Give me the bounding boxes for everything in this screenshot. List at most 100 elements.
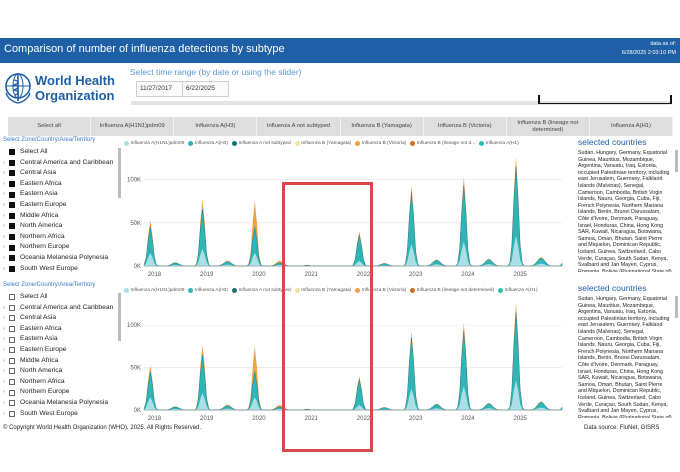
- tab-subtype-1[interactable]: Influenza A(H1N1)pdm09: [91, 117, 175, 136]
- legend-item-6[interactable]: Influenza A(H1): [479, 141, 519, 146]
- region-top-item-0[interactable]: Select All: [3, 147, 121, 158]
- legend-item-0[interactable]: Influenza A(H1N1)pdm09: [124, 288, 184, 293]
- tab-subtype-0[interactable]: Select all: [8, 117, 92, 136]
- tab-subtype-5[interactable]: Influenza B (Victoria): [424, 117, 507, 136]
- region-top-item-7[interactable]: › North America: [3, 221, 121, 232]
- checkbox[interactable]: [9, 244, 15, 251]
- region-label: Select All: [20, 293, 48, 300]
- checkbox[interactable]: [9, 410, 15, 417]
- checkbox[interactable]: [9, 379, 15, 386]
- end-date-input[interactable]: 6/22/2025: [182, 81, 229, 97]
- checkbox[interactable]: [9, 223, 15, 230]
- region-top-item-8[interactable]: › Northern Africa: [3, 232, 121, 243]
- region-bottom-item-6[interactable]: › Middle Africa: [3, 356, 121, 367]
- region-label: South West Europe: [20, 264, 78, 272]
- legend-item-3[interactable]: Influenza B (Yamagata): [294, 141, 352, 146]
- countries-scrollbar-bottom[interactable]: [675, 296, 678, 318]
- legend-label: Influenza B (lineage not d...: [416, 141, 476, 146]
- region-bottom-item-5[interactable]: › Eastern Europe: [3, 345, 121, 356]
- checkbox[interactable]: [9, 191, 15, 198]
- region-label: Eastern Africa: [20, 179, 62, 187]
- checkbox[interactable]: [9, 202, 15, 209]
- region-bottom-item-2[interactable]: › Central Asia: [3, 313, 121, 324]
- tab-subtype-7[interactable]: Influenza A(H1): [590, 117, 673, 136]
- region-top-item-5[interactable]: › Eastern Europe: [3, 200, 121, 211]
- checkbox[interactable]: [9, 159, 15, 166]
- app-header: Comparison of number of influenza detect…: [0, 38, 680, 63]
- region-top-item-1[interactable]: › Central America and Caribbean: [3, 158, 121, 169]
- y-tick-label: 0K: [134, 408, 141, 414]
- checkbox[interactable]: [9, 389, 15, 396]
- legend-label: Influenza A(H3): [194, 141, 228, 146]
- legend-label: Influenza B (Yamagata): [301, 141, 352, 146]
- as-of-value: 6/28/2025 2:03:10 PM: [621, 50, 676, 56]
- checkbox[interactable]: [9, 212, 15, 219]
- region-label: Eastern Asia: [20, 335, 58, 343]
- tab-subtype-3[interactable]: Influenza A not subtyped: [257, 117, 341, 136]
- legend-item-5[interactable]: Influenza B (lineage not determined): [410, 288, 494, 293]
- tab-subtype-6[interactable]: Influenza B (lineage not determined): [507, 117, 590, 136]
- legend-item-1[interactable]: Influenza A(H3): [188, 288, 228, 293]
- slider-selected-range[interactable]: [538, 95, 672, 104]
- data-as-of: data as of: 6/28/2025 2:03:10 PM: [622, 40, 676, 58]
- checkbox[interactable]: [9, 265, 15, 272]
- legend-item-4[interactable]: Influenza B (Victoria): [355, 141, 406, 146]
- checkbox[interactable]: [9, 368, 15, 375]
- region-top-item-6[interactable]: › Middle Africa: [3, 211, 121, 222]
- legend-item-1[interactable]: Influenza A(H3): [188, 141, 228, 146]
- region-top-item-2[interactable]: › Central Asia: [3, 168, 121, 179]
- checkbox[interactable]: [9, 357, 15, 364]
- checkbox[interactable]: [9, 294, 15, 301]
- region-label: Central Asia: [20, 169, 57, 177]
- region-top-item-11[interactable]: › South West Europe: [3, 264, 121, 275]
- checkbox[interactable]: [9, 400, 15, 407]
- region-top-item-4[interactable]: › Eastern Asia: [3, 189, 121, 200]
- selected-countries-text-bottom: Sudan, Hungary, Germany, Equatorial Guin…: [578, 296, 672, 418]
- countries-scrollbar-top[interactable]: [675, 150, 678, 172]
- highlight-annotation-box: [282, 182, 373, 452]
- tab-subtype-4[interactable]: Influenza B (Yamagata): [341, 117, 424, 136]
- checkbox[interactable]: [9, 336, 15, 343]
- checkbox[interactable]: [9, 181, 15, 188]
- checkbox[interactable]: [9, 347, 15, 354]
- checkbox[interactable]: [9, 255, 15, 262]
- region-label: Northern Africa: [20, 232, 65, 240]
- region-top-item-10[interactable]: › Oceania Melanesia Polynesia: [3, 253, 121, 264]
- region-top-item-3[interactable]: › Eastern Africa: [3, 179, 121, 190]
- region-scrollbar-bottom[interactable]: [118, 293, 121, 341]
- checkbox[interactable]: [9, 149, 15, 156]
- region-top-item-9[interactable]: › Northern Europe: [3, 242, 121, 253]
- x-tick-label: 2020: [252, 416, 266, 422]
- legend-item-2[interactable]: Influenza A not subtyped: [231, 141, 291, 146]
- legend-dot-icon: [410, 288, 416, 293]
- legend-dot-icon: [188, 141, 194, 146]
- legend-item-5[interactable]: Influenza B (lineage not d...: [410, 141, 475, 146]
- checkbox[interactable]: [9, 170, 15, 177]
- checkbox[interactable]: [9, 315, 15, 322]
- region-bottom-item-4[interactable]: › Eastern Asia: [3, 334, 121, 345]
- region-bottom-item-1[interactable]: › Central America and Caribbean: [3, 303, 121, 314]
- region-label: Eastern Europe: [20, 200, 67, 208]
- region-bottom-item-9[interactable]: › Northern Europe: [3, 387, 121, 398]
- region-bottom-item-11[interactable]: › South West Europe: [3, 409, 121, 420]
- legend-item-6[interactable]: Influenza A(H1): [498, 288, 538, 293]
- data-source-text: Data source: FluNet, GISRS: [584, 425, 660, 431]
- region-bottom-item-3[interactable]: › Eastern Africa: [3, 324, 121, 335]
- x-tick-label: 2023: [409, 416, 423, 422]
- tab-subtype-2[interactable]: Influenza A(H3): [174, 117, 258, 136]
- region-bottom-item-0[interactable]: Select All: [3, 292, 121, 303]
- legend-dot-icon: [410, 141, 416, 146]
- checkbox[interactable]: [9, 304, 15, 311]
- region-bottom-item-7[interactable]: › North America: [3, 366, 121, 377]
- region-label: Eastern Africa: [20, 324, 62, 332]
- checkbox[interactable]: [9, 234, 15, 241]
- legend-label: Influenza A(H3): [194, 288, 228, 293]
- region-bottom-item-8[interactable]: › Northern Africa: [3, 377, 121, 388]
- checkbox[interactable]: [9, 326, 15, 333]
- x-tick-label: 2025: [514, 416, 528, 422]
- region-scrollbar-top[interactable]: [118, 148, 121, 198]
- legend-item-0[interactable]: Influenza A(H1N1)pdm09: [124, 141, 184, 146]
- selected-countries-text-top: Sudan, Hungary, Germany, Equatorial Guin…: [578, 150, 672, 272]
- region-label: Eastern Europe: [20, 345, 67, 353]
- region-bottom-item-10[interactable]: › Oceania Melanesia Polynesia: [3, 398, 121, 409]
